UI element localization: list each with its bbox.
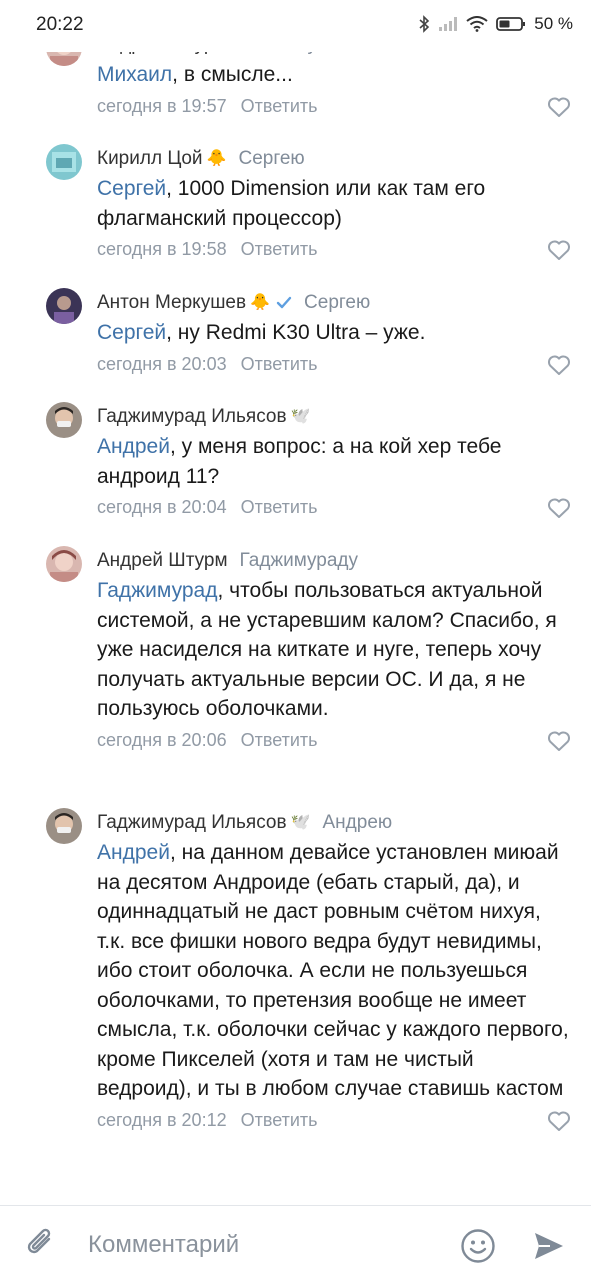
mention-link[interactable]: Сергей: [97, 177, 166, 200]
smile-icon[interactable]: [460, 1228, 496, 1269]
heart-icon[interactable]: [547, 730, 571, 761]
send-icon[interactable]: [532, 1230, 566, 1267]
comment-time: сегодня в 20:04: [97, 497, 227, 517]
reply-to[interactable]: Сергею: [304, 288, 370, 318]
mention-link[interactable]: Сергей: [97, 321, 166, 344]
comment-meta: сегодня в 20:04 Ответить: [97, 492, 571, 522]
author-name[interactable]: Гаджимурад Ильясов: [97, 808, 287, 838]
comment-time: сегодня в 20:03: [97, 353, 227, 374]
reply-button[interactable]: Ответить: [241, 497, 318, 517]
comment-header: Антон Меркушев 🐥 Сергею: [97, 288, 571, 318]
comment-composer: [0, 1205, 591, 1281]
avatar[interactable]: [46, 288, 82, 324]
status-time: 20:22: [36, 14, 84, 35]
comment-header: Кирилл Цой 🐥 Сергею: [97, 144, 571, 174]
status-icons: 50 %: [418, 14, 573, 34]
author-name[interactable]: Гаджимурад Ильясов: [97, 402, 287, 432]
author-name[interactable]: Кирилл Цой: [97, 144, 203, 174]
reply-button[interactable]: Ответить: [241, 239, 318, 259]
status-bar: 20:22 50 %: [0, 0, 591, 52]
reply-button[interactable]: Ответить: [241, 96, 318, 116]
heart-icon[interactable]: [547, 96, 571, 127]
comment-text: Сергей, ну Redmi K30 Ultra – уже.: [97, 318, 571, 348]
comment-header: Гаджимурад Ильясов 🕊️ Андрею: [97, 808, 571, 838]
comment-header: Гаджимурад Ильясов 🕊️: [97, 402, 571, 432]
avatar[interactable]: [46, 402, 82, 438]
avatar[interactable]: [46, 808, 82, 844]
comment-body: , в смысле...: [172, 63, 293, 86]
comment-time: сегодня в 20:06: [97, 729, 227, 750]
comment-text: Андрей, на данном девайсе установлен мию…: [97, 838, 571, 1104]
comment-header: Андрей Штурм Гаджимураду: [97, 546, 571, 576]
comment-text: Андрей, у меня вопрос: а на кой хер тебе…: [97, 432, 571, 491]
status-emoji: 🐥: [206, 150, 227, 167]
bluetooth-icon: [418, 15, 430, 33]
verified-icon: [276, 296, 292, 310]
battery-icon: [496, 16, 526, 32]
reply-button[interactable]: Ответить: [241, 730, 318, 750]
comment-body: , ну Redmi K30 Ultra – уже.: [166, 321, 426, 344]
battery-percent: 50 %: [534, 14, 573, 33]
avatar[interactable]: [46, 546, 82, 582]
wifi-icon: [466, 16, 488, 32]
comments-feed[interactable]: Андрей Штурм Михаилу Михаил, в смысле...…: [0, 0, 591, 1205]
reply-to[interactable]: Сергею: [238, 144, 304, 174]
comment-input[interactable]: [88, 1228, 388, 1262]
status-emoji: 🕊️: [290, 814, 311, 831]
comment-meta: сегодня в 20:12 Ответить: [97, 1105, 571, 1135]
comment-text: Михаил, в смысле...: [97, 60, 571, 90]
comment-body: , на данном девайсе установлен миюай на …: [97, 841, 569, 1100]
paperclip-icon[interactable]: [24, 1226, 60, 1267]
status-emoji: 🕊️: [290, 408, 311, 425]
mention-link[interactable]: Михаил: [97, 63, 172, 86]
reply-to[interactable]: Гаджимураду: [240, 546, 358, 576]
comment-meta: сегодня в 19:57 Ответить: [97, 91, 571, 121]
comment-time: сегодня в 20:12: [97, 1109, 227, 1130]
author-name[interactable]: Андрей Штурм: [97, 546, 228, 576]
reply-button[interactable]: Ответить: [241, 1110, 318, 1130]
signal-icon: [438, 16, 458, 32]
comment-time: сегодня в 19:58: [97, 239, 227, 259]
heart-icon[interactable]: [547, 497, 571, 528]
mention-link[interactable]: Андрей: [97, 841, 170, 864]
reply-to[interactable]: Андрею: [323, 808, 393, 838]
mention-link[interactable]: Андрей: [97, 435, 170, 458]
author-name[interactable]: Антон Меркушев: [97, 288, 246, 318]
comment-text: Сергей, 1000 Dimension или как там его ф…: [97, 174, 571, 233]
avatar[interactable]: [46, 144, 82, 180]
comment-time: сегодня в 19:57: [97, 95, 227, 116]
status-emoji: 🐥: [250, 294, 271, 311]
comment-text: Гаджимурад, чтобы пользоваться актуально…: [97, 576, 571, 724]
comment-meta: сегодня в 20:06 Ответить: [97, 725, 571, 755]
heart-icon[interactable]: [547, 239, 571, 270]
reply-button[interactable]: Ответить: [241, 354, 318, 374]
heart-icon[interactable]: [547, 354, 571, 385]
heart-icon[interactable]: [547, 1110, 571, 1141]
comment-meta: сегодня в 19:58 Ответить: [97, 234, 571, 264]
comment-meta: сегодня в 20:03 Ответить: [97, 349, 571, 379]
mention-link[interactable]: Гаджимурад: [97, 579, 217, 602]
